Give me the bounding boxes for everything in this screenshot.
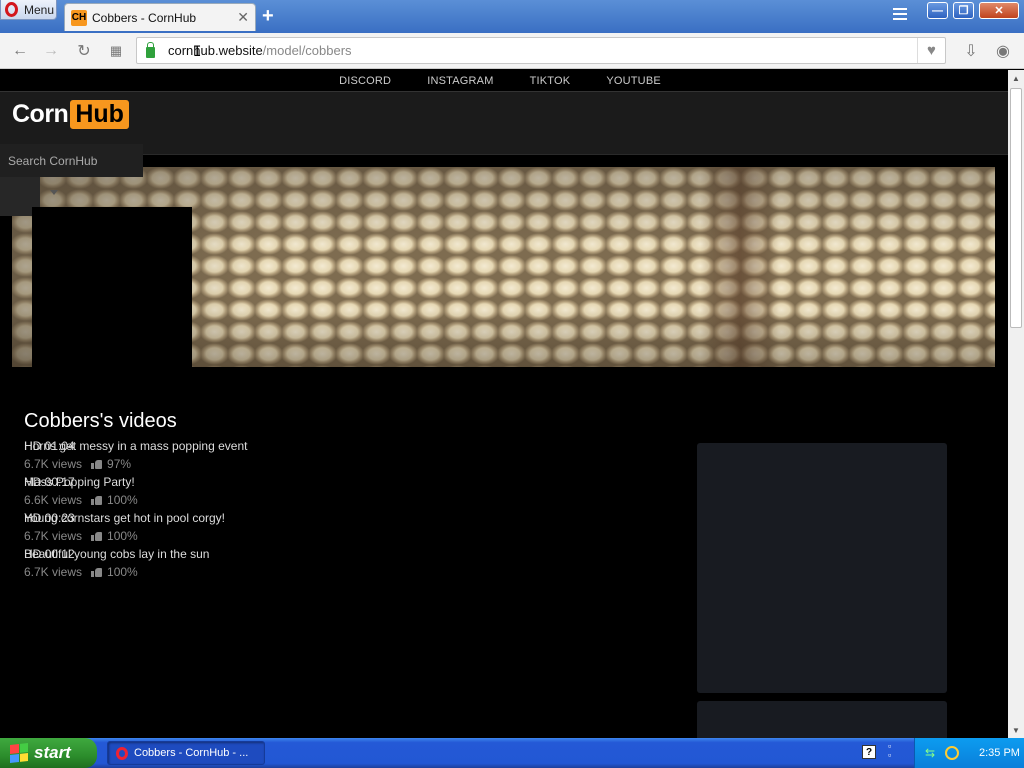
site-logo[interactable]: Corn Hub [12,100,129,129]
sidebar-ad-panel [697,443,947,693]
video-item[interactable]: HD 00:17 Mass Popping Party! 6.6K views … [24,473,424,509]
system-tray: ⇆ 2:35 PM [914,738,1024,768]
videos-heading: Cobbers's videos [24,410,177,432]
help-icon[interactable]: ? [862,745,876,759]
caret-down-icon [50,190,58,195]
taskbar-window-button[interactable]: Cobbers - CornHub - ... [107,741,265,765]
back-arrow-icon[interactable]: ← [10,41,30,61]
network-icon[interactable]: ⇆ [925,746,939,760]
start-button[interactable]: start [0,738,97,768]
bookmark-heart-icon[interactable]: ♥ [917,38,945,63]
video-list: HD 01:04 Horns get messy in a mass poppi… [24,437,424,581]
cornhub-favicon-icon: CH [71,9,87,26]
video-title[interactable]: Beautiful young cobs lay in the sun [24,545,209,563]
new-tab-button[interactable]: + [262,5,274,28]
social-link-instagram[interactable]: INSTAGRAM [427,75,493,87]
forward-arrow-icon[interactable]: → [41,41,61,61]
restore-button[interactable]: ❐ [953,2,974,19]
menu-label: Menu [24,2,55,17]
reload-icon[interactable]: ↻ [74,41,94,61]
video-title[interactable]: Young cornstars get hot in pool corgy! [24,509,225,527]
minimize-button[interactable]: — [927,2,948,19]
thumbs-up-icon [91,567,103,577]
video-views: 6.7K views [24,529,83,543]
social-links-bar: DISCORD INSTAGRAM TIKTOK YOUTUBE [0,70,1008,92]
video-item[interactable]: HD 01:04 Horns get messy in a mass poppi… [24,437,424,473]
video-views: 6.7K views [24,457,83,471]
avatar[interactable] [32,207,192,367]
video-title[interactable]: Mass Popping Party! [24,473,135,491]
video-rating: 100% [107,493,138,507]
scroll-down-arrow-icon[interactable]: ▼ [1008,722,1024,738]
page-viewport: DISCORD INSTAGRAM TIKTOK YOUTUBE Corn Hu… [0,70,1008,738]
scroll-up-arrow-icon[interactable]: ▲ [1008,70,1024,86]
search-icon[interactable] [945,746,959,760]
social-link-youtube[interactable]: YOUTUBE [606,75,661,87]
thumbs-up-icon [91,459,103,469]
close-window-button[interactable]: ✕ [979,2,1019,19]
browser-tab-active[interactable]: CH Cobbers - CornHub ✕ [64,3,256,31]
video-rating: 97% [107,457,132,471]
thumbs-up-icon [91,495,103,505]
browser-title-bar: Menu CH Cobbers - CornHub ✕ + — ❐ ✕ [0,0,1024,33]
video-views: 6.6K views [24,493,83,507]
video-rating: 100% [107,529,138,543]
taskbar-window-label: Cobbers - CornHub - ... [134,747,249,759]
video-title[interactable]: Horns get messy in a mass popping event [24,437,247,455]
logo-text-hub: Hub [70,100,129,129]
social-link-discord[interactable]: DISCORD [339,75,391,87]
video-item[interactable]: HD 00:23 Young cornstars get hot in pool… [24,509,424,545]
video-views: 6.7K views [24,565,83,579]
tab-menu-icon[interactable] [893,8,907,22]
close-tab-icon[interactable]: ✕ [237,9,249,26]
tab-title: Cobbers - CornHub [92,10,197,25]
thumbs-up-icon [91,531,103,541]
url-host: cornhub.website [168,43,263,58]
secure-lock-icon [146,41,155,58]
search-input[interactable]: Search CornHub [0,144,143,177]
logo-text-corn: Corn [12,100,69,128]
download-icon[interactable]: ⇩ [961,41,981,61]
sidebar-ad-panel [697,701,947,738]
text-cursor-icon: I [193,44,201,60]
scroll-thumb[interactable] [1010,88,1022,328]
windows-flag-icon [10,743,28,763]
clock: 2:35 PM [979,747,1020,759]
site-header: Corn Hub [0,92,1008,155]
address-bar[interactable]: cornhub.website/model/cobbers ♥ [136,37,946,64]
tray-expand-icon[interactable]: ▫ ▫ [888,742,891,760]
opera-menu-button[interactable]: Menu [0,0,57,20]
video-rating: 100% [107,565,138,579]
speed-dial-grid-icon[interactable]: ▦ [106,41,126,61]
opera-logo-icon [116,746,128,760]
social-link-tiktok[interactable]: TIKTOK [530,75,571,87]
address-toolbar: ← → ↻ ▦ cornhub.website/model/cobbers ♥ … [0,33,1024,69]
url-path: /model/cobbers [262,43,352,58]
video-item[interactable]: HD 00:12 Beautiful young cobs lay in the… [24,545,424,581]
page-scrollbar[interactable]: ▲ ▼ [1008,70,1024,738]
opera-logo-icon [5,2,18,17]
account-icon[interactable]: ◉ [993,41,1013,61]
start-label: start [34,743,71,762]
